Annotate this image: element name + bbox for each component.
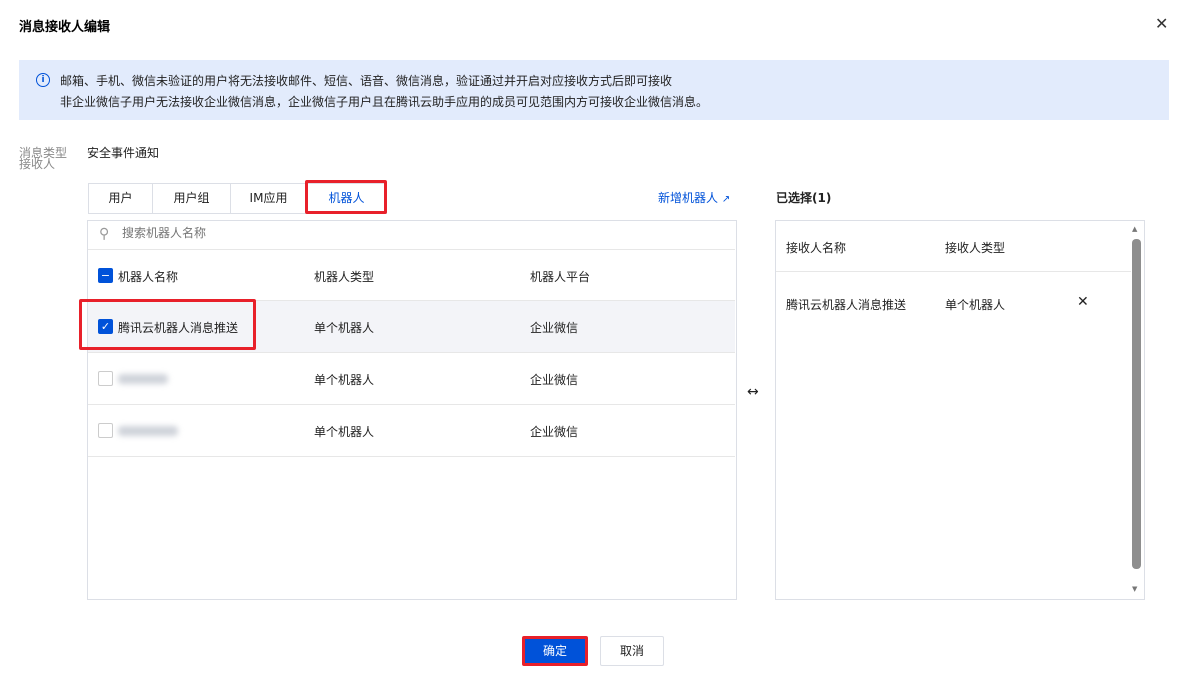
table-row[interactable]: 单个机器人 企业微信 (88, 405, 735, 457)
add-robot-link[interactable]: 新增机器人 ↗ (658, 189, 730, 206)
info-icon: i (36, 73, 50, 87)
header-platform: 机器人平台 (530, 270, 591, 284)
selected-header-name: 接收人名称 (786, 241, 847, 255)
receiver-tabs: 用户 用户组 IM应用 机器人 (88, 183, 387, 214)
robot-type: 单个机器人 (314, 373, 375, 387)
message-type-value: 安全事件通知 (87, 146, 160, 160)
scroll-up-icon[interactable]: ▲ (1132, 225, 1137, 233)
header-name: 机器人名称 (118, 270, 179, 284)
row-checkbox[interactable] (98, 423, 113, 438)
table-row[interactable]: ✓ 腾讯云机器人消息推送 单个机器人 企业微信 (88, 301, 735, 353)
search-icon: ⚲ (99, 226, 110, 242)
robot-name: 腾讯云机器人消息推送 (118, 321, 239, 335)
dialog-title: 消息接收人编辑 (19, 20, 111, 35)
close-icon[interactable]: ✕ (1155, 14, 1168, 33)
selected-name: 腾讯云机器人消息推送 (786, 298, 907, 312)
external-link-icon: ↗ (721, 194, 731, 205)
tab-im-app[interactable]: IM应用 (231, 184, 307, 213)
search-bar[interactable]: ⚲ (88, 221, 735, 250)
robot-platform: 企业微信 (530, 373, 579, 387)
banner-line-1: 邮箱、手机、微信未验证的用户将无法接收邮件、短信、语音、微信消息，验证通过并开启… (60, 74, 673, 88)
banner-line-2: 非企业微信子用户无法接收企业微信消息，企业微信子用户且在腾讯云助手应用的成员可见… (60, 95, 709, 109)
selected-type: 单个机器人 (945, 298, 1006, 312)
blurred-robot-name (118, 374, 168, 384)
selected-title: 已选择(1) (776, 191, 832, 205)
selected-header-type: 接收人类型 (945, 241, 1006, 255)
transfer-arrows-icon: ↔ (747, 384, 759, 400)
robot-type: 单个机器人 (314, 425, 375, 439)
robot-type: 单个机器人 (314, 321, 375, 335)
add-robot-label: 新增机器人 (658, 191, 719, 205)
confirm-button[interactable]: 确定 (522, 636, 588, 666)
robot-platform: 企业微信 (530, 321, 579, 335)
scrollbar-thumb[interactable] (1132, 239, 1141, 569)
tab-robot[interactable]: 机器人 (307, 184, 386, 213)
robot-list-panel: ⚲ − 机器人名称 机器人类型 机器人平台 ✓ 腾讯云机器人消息推送 单个机器人… (87, 220, 737, 600)
table-header: − 机器人名称 机器人类型 机器人平台 (88, 250, 735, 301)
selected-header: 接收人名称 接收人类型 (776, 221, 1131, 272)
selected-panel: 接收人名称 接收人类型 腾讯云机器人消息推送 单个机器人 ✕ ▲ ▼ (775, 220, 1145, 600)
remove-icon[interactable]: ✕ (1077, 294, 1089, 310)
row-checkbox[interactable] (98, 371, 113, 386)
select-all-checkbox[interactable]: − (98, 268, 113, 283)
blurred-robot-name (118, 426, 178, 436)
info-banner: i 邮箱、手机、微信未验证的用户将无法接收邮件、短信、语音、微信消息，验证通过并… (19, 60, 1169, 120)
tab-user-group[interactable]: 用户组 (153, 184, 231, 213)
header-type: 机器人类型 (314, 270, 375, 284)
cancel-button[interactable]: 取消 (600, 636, 664, 666)
robot-platform: 企业微信 (530, 425, 579, 439)
tab-user[interactable]: 用户 (89, 184, 153, 213)
receiver-label: 接收人 (19, 157, 56, 171)
row-checkbox[interactable]: ✓ (98, 319, 113, 334)
search-input[interactable] (122, 226, 522, 240)
scroll-down-icon[interactable]: ▼ (1132, 585, 1137, 593)
table-row[interactable]: 单个机器人 企业微信 (88, 353, 735, 405)
